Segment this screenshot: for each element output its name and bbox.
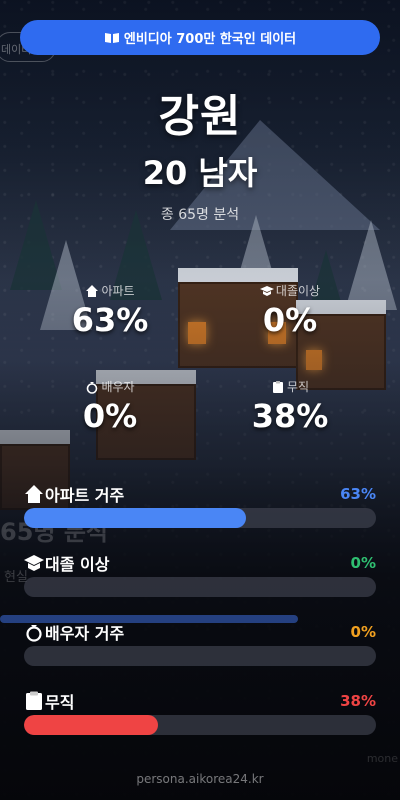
graduation-cap-icon	[24, 555, 44, 571]
stat-label: 배우자	[101, 380, 135, 394]
stat-college: 대졸이상 0%	[200, 272, 380, 368]
bar-label: 배우자 거주	[45, 624, 125, 643]
bar-apartment: 아파트 거주 63%	[24, 482, 376, 551]
stat-spouse: 배우자 0%	[20, 368, 200, 464]
house-icon	[86, 284, 99, 297]
bar-track	[24, 646, 376, 666]
bar-value: 0%	[350, 554, 376, 572]
bar-value: 38%	[340, 692, 376, 710]
bar-label: 무직	[45, 693, 75, 712]
clipboard-icon	[272, 380, 283, 393]
ring-icon	[26, 625, 42, 642]
bar-value: 0%	[350, 623, 376, 641]
total-count: 종 65명 분석	[160, 207, 240, 223]
demographic-title: 20 남자	[142, 154, 258, 192]
stats-grid: 아파트 63% 대졸이상 0% 배우자 0% 무직 38%	[20, 272, 380, 464]
stat-value: 38%	[251, 397, 329, 435]
badge-label: 엔비디아 700만 한국인 데이터	[123, 32, 297, 47]
bar-track	[24, 508, 376, 528]
stat-apartment: 아파트 63%	[20, 272, 200, 368]
bar-fill	[24, 508, 246, 528]
bar-track	[24, 577, 376, 597]
stat-unemployed: 무직 38%	[200, 368, 380, 464]
stat-bars: 아파트 거주 63% 대졸 이상 0% 배우자 거주 0% 무직 38%	[24, 482, 376, 758]
bar-track	[24, 715, 376, 735]
bar-fill	[24, 715, 158, 735]
data-source-badge[interactable]: 엔비디아 700만 한국인 데이터	[20, 20, 380, 55]
house-icon	[25, 485, 43, 503]
bar-label: 아파트 거주	[45, 486, 125, 505]
bar-value: 63%	[340, 485, 376, 503]
stat-value: 63%	[71, 301, 149, 339]
site-domain[interactable]: persona.aikorea24.kr	[0, 772, 400, 786]
stat-label: 무직	[286, 380, 310, 394]
ring-icon	[87, 381, 98, 394]
stat-label: 대졸이상	[275, 284, 321, 298]
stat-value: 0%	[262, 301, 318, 339]
bar-unemployed: 무직 38%	[24, 689, 376, 758]
stat-value: 0%	[82, 397, 138, 435]
book-icon	[104, 32, 119, 43]
bar-label: 대졸 이상	[45, 555, 110, 574]
clipboard-icon	[26, 691, 42, 710]
bar-spouse: 배우자 거주 0%	[24, 620, 376, 689]
graduation-cap-icon	[259, 285, 274, 296]
region-title: 강원	[158, 91, 242, 142]
stat-label: 아파트	[101, 284, 135, 298]
bar-college: 대졸 이상 0%	[24, 551, 376, 620]
